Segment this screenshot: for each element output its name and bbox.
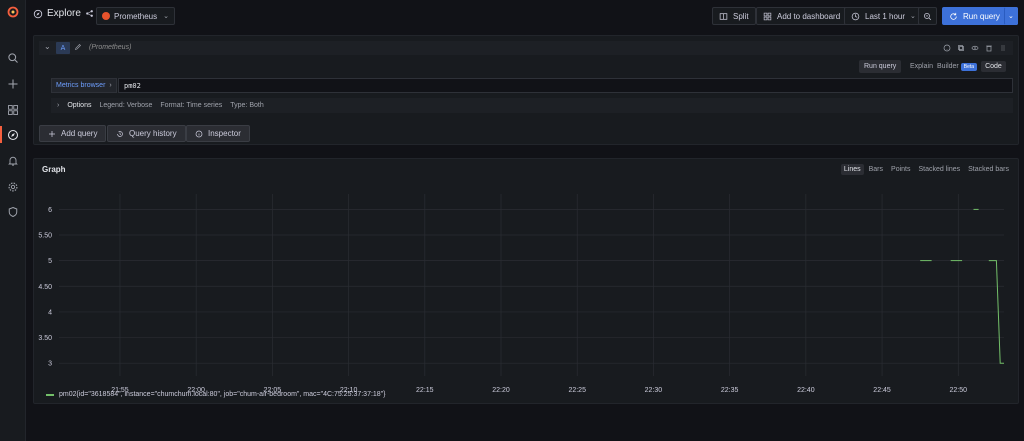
options-title: Options [67,102,92,109]
top-navbar: Explore Prometheus ⌄ Split Add to dashbo… [26,0,1024,32]
y-tick-label: 3 [48,361,52,368]
query-row-actions [942,43,1007,52]
inspector-button[interactable]: Inspector [186,125,250,142]
chevron-right-icon: › [57,102,60,109]
prometheus-logo-icon [102,12,110,20]
grafana-logo-icon[interactable] [6,5,19,18]
run-query-label: Run query [963,11,1000,21]
apps-icon [763,12,772,20]
share-icon[interactable] [85,9,94,18]
metrics-browser-label: Metrics browser [56,82,106,89]
datasource-name: Prometheus [114,11,158,21]
plus-icon [49,130,55,137]
split-label: Split [733,11,749,21]
x-tick-label: 22:30 [645,387,663,394]
drag-handle-icon[interactable] [998,43,1007,52]
zoom-out-button[interactable] [918,7,937,25]
copy-icon[interactable] [956,43,965,52]
help-icon[interactable] [942,43,951,52]
zoom-out-icon [924,12,932,20]
x-tick-label: 22:40 [797,387,815,394]
chevron-down-icon: ⌄ [910,13,916,20]
datasource-picker[interactable]: Prometheus ⌄ [96,7,175,25]
editor-mode-toggle: Explain Builder Beta Code [910,60,1006,73]
chevron-down-icon: ⌄ [163,13,169,20]
y-tick-label: 5.50 [38,233,52,240]
explore-compass-icon [33,9,43,19]
x-tick-label: 22:50 [950,387,968,394]
query-history-button[interactable]: Query history [107,125,186,142]
beta-badge: Beta [960,63,978,71]
sidebar-active-indicator [0,126,2,143]
mode-builder-label: Builder [936,63,959,70]
y-tick-label: 3.50 [38,335,52,342]
search-icon[interactable] [6,51,19,64]
chart-legend: pm02{id="3618584", instance="chumchum.lo… [46,391,386,398]
query-row-header: ⌄ A (Prometheus) [39,41,1013,55]
explore-compass-icon[interactable] [6,128,19,141]
legend-color-swatch [46,393,54,396]
dashboards-icon[interactable] [6,103,19,116]
query-history-label: Query history [129,129,177,138]
chevron-right-icon: › [109,82,112,89]
split-icon [719,12,728,20]
x-tick-label: 22:45 [873,387,891,394]
pencil-icon[interactable] [74,43,82,51]
server-admin-shield-icon[interactable] [6,205,19,218]
x-tick-label: 22:20 [492,387,510,394]
y-tick-label: 4 [48,309,52,316]
info-circle-icon [195,130,203,137]
legend-series-name[interactable]: pm02{id="3618584", instance="chumchum.lo… [59,391,386,398]
query-datasource-hint: (Prometheus) [89,44,132,51]
query-ref-id[interactable]: A [56,42,70,54]
page-title: Explore [47,8,81,19]
add-query-label: Add query [61,129,98,138]
type-info: Type: Both [230,102,264,109]
add-query-button[interactable]: Add query [39,125,107,142]
eye-icon[interactable] [970,43,979,52]
y-tick-label: 6 [48,207,52,214]
inspector-label: Inspector [208,129,241,138]
split-button[interactable]: Split [712,7,756,25]
add-to-dashboard-button[interactable]: Add to dashboard [756,7,848,25]
query-run-button[interactable]: Run query [859,60,902,73]
alerting-bell-icon[interactable] [6,154,19,167]
refresh-icon [950,12,957,20]
configuration-gear-icon[interactable] [6,180,19,193]
graph-panel: Graph Lines Bars Points Stacked lines Stacke… [33,158,1019,404]
time-range-picker[interactable]: Last 1 hour ⌄ [844,7,923,25]
format-info: Format: Time series [160,102,223,109]
time-range-label: Last 1 hour [865,11,906,21]
add-to-dashboard-label: Add to dashboard [777,11,841,21]
y-tick-label: 4.50 [38,284,52,291]
x-tick-label: 22:15 [416,387,434,394]
history-icon [117,130,123,137]
trash-icon[interactable] [984,43,993,52]
mode-code[interactable]: Code [981,61,1006,72]
refresh-interval-dropdown[interactable]: ⌄ [1004,7,1018,25]
sidebar [0,0,26,441]
page-title-group: Explore [33,8,94,19]
x-tick-label: 22:25 [568,387,586,394]
legend-info: Legend: Verbose [99,102,153,109]
chevron-down-icon: ⌄ [1008,13,1014,20]
metrics-browser-button[interactable]: Metrics browser › [51,78,117,93]
query-editor-panel: ⌄ A (Prometheus) Run query Explain Build… [33,35,1019,145]
clock-icon [851,12,860,20]
query-options-row[interactable]: › Options Legend: Verbose Format: Time s… [51,98,1013,113]
promql-query-input[interactable]: pm02 [118,78,1013,93]
mode-builder[interactable]: Builder Beta [936,63,978,71]
y-tick-label: 5 [48,258,52,265]
x-tick-label: 22:35 [721,387,739,394]
collapse-chevron-icon[interactable]: ⌄ [44,42,51,51]
mode-explain[interactable]: Explain [910,63,933,70]
plus-icon[interactable] [6,77,19,90]
timeseries-chart[interactable]: 33.5044.5055.50621:55 22:00 22:05 22:10 22:1… [34,169,1018,395]
